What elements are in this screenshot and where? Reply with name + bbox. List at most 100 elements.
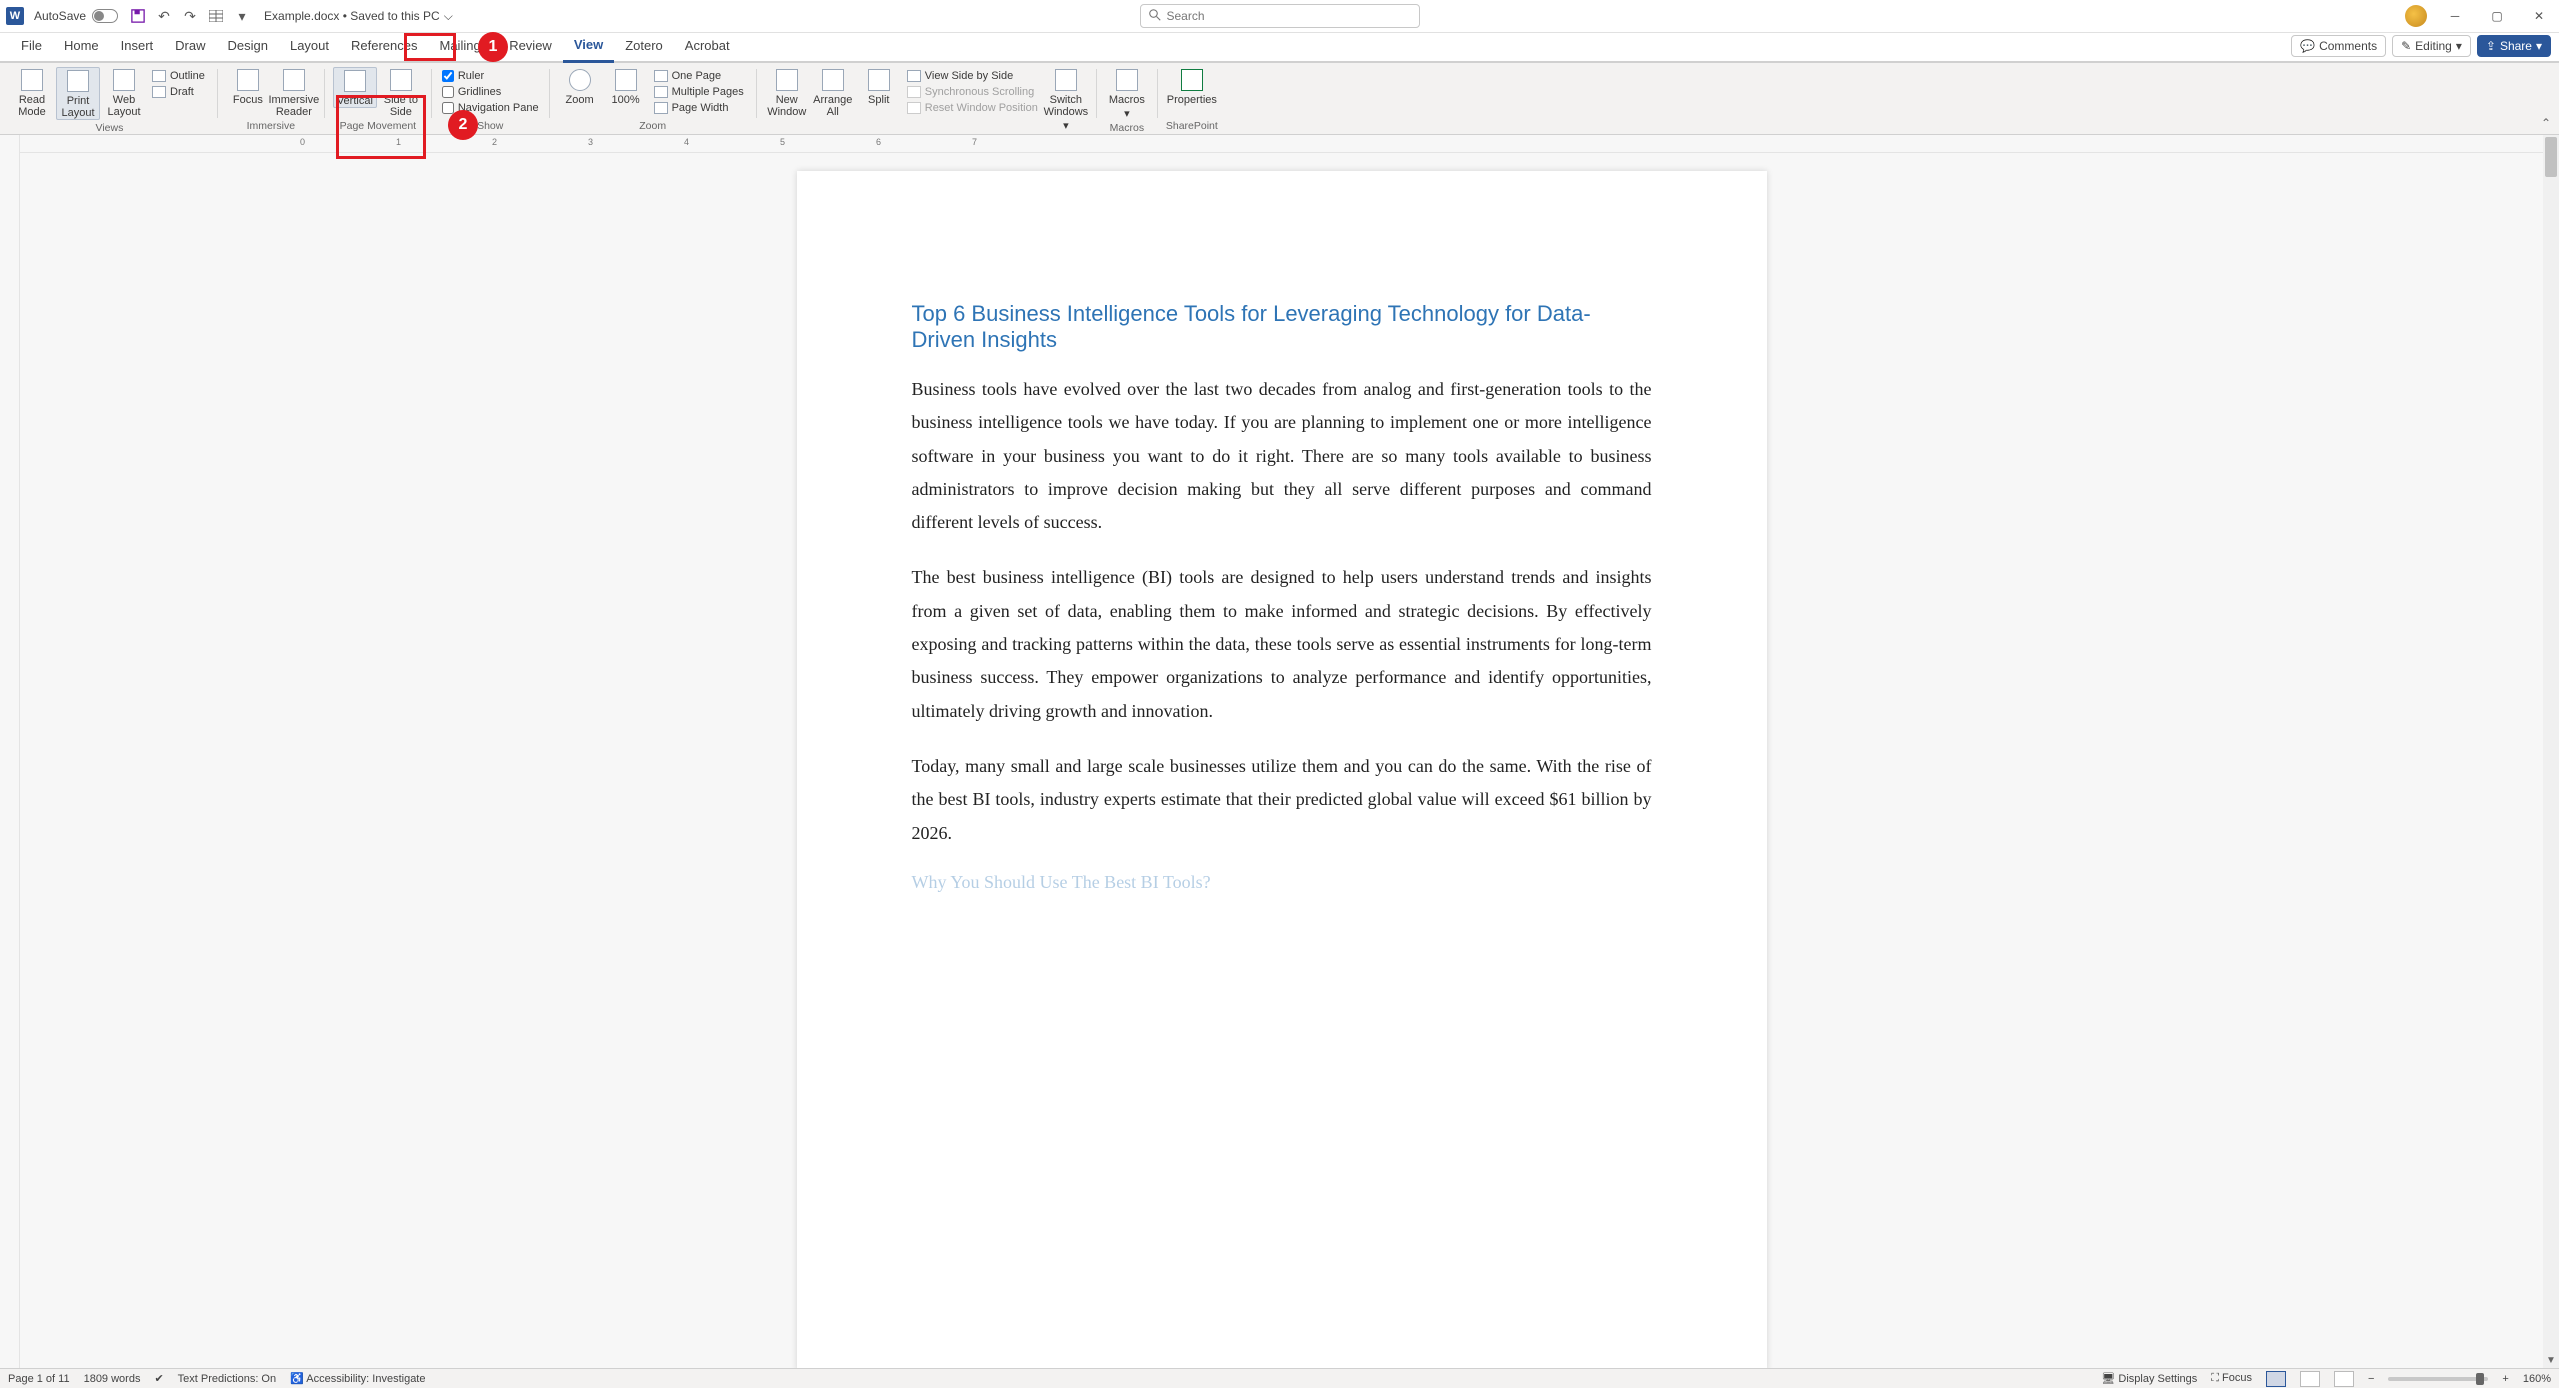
group-macros-label: Macros — [1105, 120, 1149, 136]
navigation-pane-checkbox[interactable]: Navigation Pane — [440, 101, 541, 115]
properties-button[interactable]: Properties — [1170, 67, 1214, 106]
ruler-check-icon[interactable] — [442, 70, 454, 82]
table-icon[interactable] — [208, 8, 224, 24]
save-icon[interactable] — [130, 8, 146, 24]
side-to-side-icon — [390, 69, 412, 91]
print-layout-button[interactable]: Print Layout — [56, 67, 100, 120]
minimize-button[interactable]: ─ — [2441, 6, 2469, 26]
tab-design[interactable]: Design — [217, 32, 279, 61]
tab-file[interactable]: File — [10, 32, 53, 61]
focus-mode-button[interactable]: ⛶ Focus — [2211, 1372, 2252, 1385]
chevron-down-icon: ▾ — [2456, 39, 2462, 53]
word-count[interactable]: 1809 words — [84, 1373, 141, 1385]
search-input[interactable]: Search — [1140, 4, 1420, 28]
web-layout-button[interactable]: Web Layout — [102, 67, 146, 118]
tab-mailings[interactable]: Mailings — [429, 32, 499, 61]
word-app-icon: W — [6, 7, 24, 25]
spell-check-icon[interactable]: ✔ — [154, 1372, 163, 1385]
paragraph-2[interactable]: The best business intelligence (BI) tool… — [912, 561, 1652, 727]
accessibility-status[interactable]: ♿ Accessibility: Investigate — [290, 1372, 425, 1385]
autosave-label: AutoSave — [34, 9, 86, 23]
horizontal-ruler[interactable]: 01234567 — [20, 135, 2543, 153]
paragraph-1[interactable]: Business tools have evolved over the las… — [912, 373, 1652, 539]
vertical-ruler[interactable] — [0, 135, 20, 1368]
tab-acrobat[interactable]: Acrobat — [674, 32, 741, 61]
page-width-button[interactable]: Page Width — [650, 101, 748, 115]
tab-view[interactable]: View — [563, 31, 614, 63]
vertical-scrollbar[interactable]: ▲ ▼ — [2543, 135, 2559, 1368]
chevron-down-icon[interactable]: ⌵ — [444, 9, 453, 24]
title-bar: W AutoSave ↶ ↷ ▾ Example.docx • Saved to… — [0, 0, 2559, 33]
ruler-number: 0 — [300, 137, 305, 147]
heading-2[interactable]: Why You Should Use The Best BI Tools? — [912, 872, 1652, 893]
user-avatar[interactable] — [2405, 5, 2427, 27]
new-window-icon — [776, 69, 798, 91]
zoom-button[interactable]: Zoom — [558, 67, 602, 106]
toggle-off-icon[interactable] — [92, 9, 118, 23]
comments-button[interactable]: 💬Comments — [2291, 35, 2386, 57]
document-title[interactable]: Top 6 Business Intelligence Tools for Le… — [912, 301, 1652, 353]
arrange-all-label: Arrange All — [811, 94, 855, 118]
arrange-all-icon — [822, 69, 844, 91]
page-1[interactable]: Top 6 Business Intelligence Tools for Le… — [797, 171, 1767, 1368]
arrange-all-button[interactable]: Arrange All — [811, 67, 855, 118]
multiple-pages-button[interactable]: Multiple Pages — [650, 85, 748, 99]
zoom-100-button[interactable]: 100% — [604, 67, 648, 106]
draft-button[interactable]: Draft — [148, 85, 209, 99]
zoom-in-button[interactable]: + — [2502, 1373, 2508, 1385]
ruler-checkbox[interactable]: Ruler — [440, 69, 541, 83]
share-icon: ⇪ — [2486, 39, 2496, 53]
switch-windows-button[interactable]: Switch Windows▾ — [1044, 67, 1088, 132]
gridlines-checkbox[interactable]: Gridlines — [440, 85, 541, 99]
print-layout-view-button[interactable] — [2266, 1371, 2286, 1387]
outline-button[interactable]: Outline — [148, 69, 209, 83]
autosave-toggle[interactable]: AutoSave — [34, 9, 118, 23]
share-button[interactable]: ⇪Share▾ — [2477, 35, 2551, 57]
side-to-side-button[interactable]: Side to Side — [379, 67, 423, 118]
close-button[interactable]: ✕ — [2525, 6, 2553, 26]
page-indicator[interactable]: Page 1 of 11 — [8, 1373, 70, 1385]
new-window-button[interactable]: New Window — [765, 67, 809, 118]
zoom-level[interactable]: 160% — [2523, 1373, 2551, 1385]
tab-references[interactable]: References — [340, 32, 428, 61]
gridlines-check-icon[interactable] — [442, 86, 454, 98]
gridlines-label: Gridlines — [458, 86, 501, 98]
zoom-slider[interactable] — [2388, 1377, 2488, 1381]
display-settings-button[interactable]: 🖥 Display Settings — [2101, 1372, 2197, 1385]
macros-button[interactable]: Macros▾ — [1105, 67, 1149, 120]
scroll-down-icon[interactable]: ▼ — [2543, 1352, 2559, 1368]
redo-icon[interactable]: ↷ — [182, 8, 198, 24]
document-name[interactable]: Example.docx — [264, 9, 339, 23]
document-status[interactable]: Saved to this PC — [350, 9, 439, 23]
tab-insert[interactable]: Insert — [110, 32, 165, 61]
navpane-check-icon[interactable] — [442, 102, 454, 114]
immersive-reader-icon — [283, 69, 305, 91]
navpane-label: Navigation Pane — [458, 102, 539, 114]
focus-mode-label: Focus — [2222, 1372, 2252, 1384]
focus-button[interactable]: Focus — [226, 67, 270, 106]
read-mode-view-button[interactable] — [2300, 1371, 2320, 1387]
tab-layout[interactable]: Layout — [279, 32, 340, 61]
one-page-button[interactable]: One Page — [650, 69, 748, 83]
zoom-out-button[interactable]: − — [2368, 1373, 2374, 1385]
paragraph-3[interactable]: Today, many small and large scale busine… — [912, 750, 1652, 850]
text-predictions[interactable]: Text Predictions: On — [178, 1373, 276, 1385]
editing-mode-button[interactable]: ✎Editing▾ — [2392, 35, 2471, 57]
vertical-button[interactable]: Vertical — [333, 67, 377, 108]
tab-zotero[interactable]: Zotero — [614, 32, 674, 61]
tab-review[interactable]: Review — [498, 32, 563, 61]
tab-home[interactable]: Home — [53, 32, 110, 61]
document-area[interactable]: 01234567 Top 6 Business Intelligence Too… — [20, 135, 2543, 1368]
ruler-number: 3 — [588, 137, 593, 147]
immersive-reader-button[interactable]: Immersive Reader — [272, 67, 316, 118]
tab-draw[interactable]: Draw — [164, 32, 216, 61]
scrollbar-thumb[interactable] — [2545, 137, 2557, 177]
read-mode-button[interactable]: Read Mode — [10, 67, 54, 118]
split-button[interactable]: Split — [857, 67, 901, 106]
collapse-ribbon-button[interactable]: ⌃ — [2541, 116, 2551, 130]
web-layout-view-button[interactable] — [2334, 1371, 2354, 1387]
dropdown-icon[interactable]: ▾ — [234, 8, 250, 24]
maximize-button[interactable]: ▢ — [2483, 6, 2511, 26]
undo-icon[interactable]: ↶ — [156, 8, 172, 24]
view-side-by-side-button[interactable]: View Side by Side — [903, 69, 1042, 83]
